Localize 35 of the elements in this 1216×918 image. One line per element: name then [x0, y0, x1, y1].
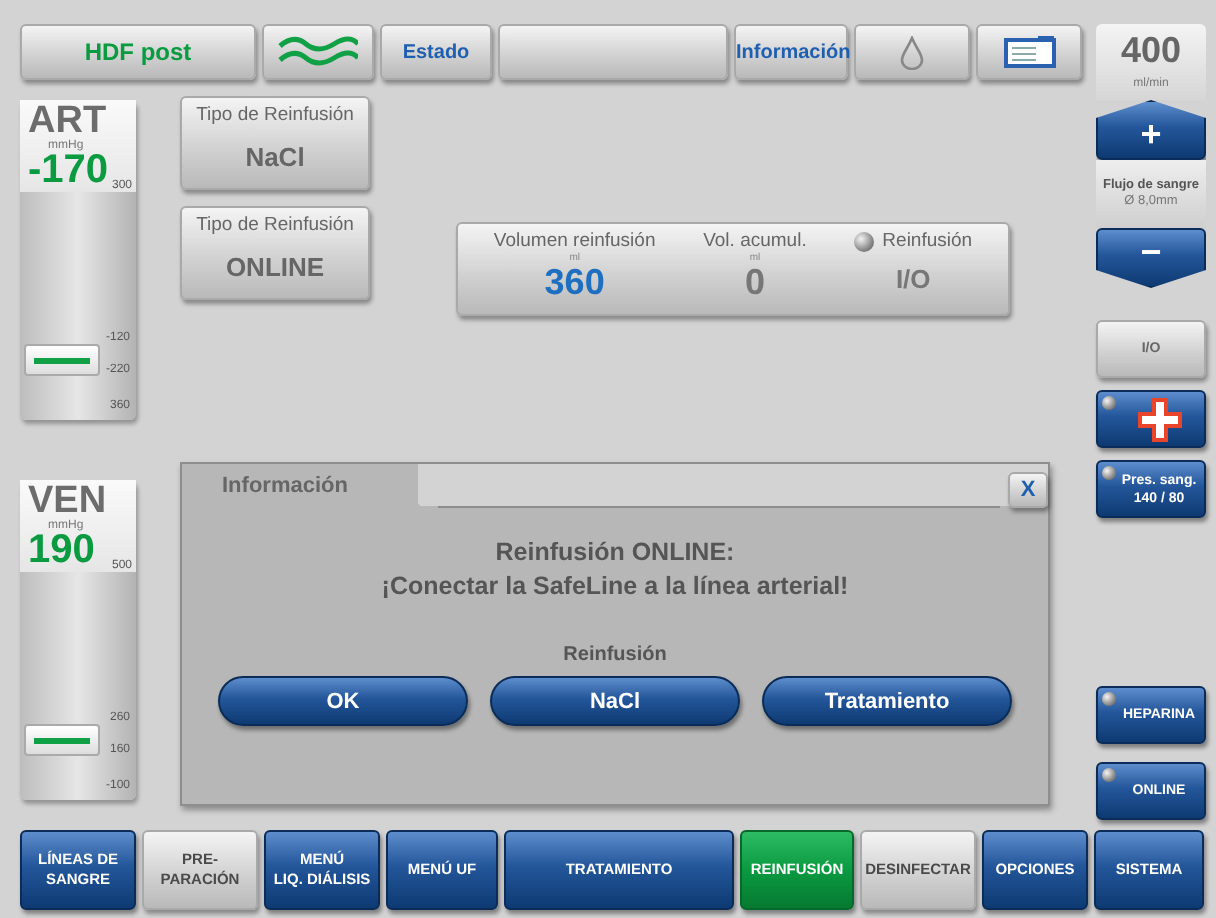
decrease-button[interactable]: −: [1096, 228, 1206, 288]
fluid-button[interactable]: [854, 24, 970, 80]
flow-button[interactable]: [262, 24, 374, 80]
dialog-message: Reinfusión ONLINE: ¡Conectar la SafeLine a la línea arterial!: [381, 536, 849, 604]
limit-window-handle[interactable]: [24, 344, 100, 376]
dialog-title: Información: [182, 464, 422, 508]
dialog-button[interactable]: Tratamiento: [762, 676, 1012, 726]
field-label: Volumen reinfusión: [493, 230, 656, 252]
pressure-value: -170: [28, 152, 109, 188]
dialog-button[interactable]: OK: [218, 676, 468, 726]
field-label: Vol. acumul.: [703, 230, 807, 252]
field-value: 0: [744, 264, 765, 300]
pressure-value: 190: [28, 532, 95, 568]
wave-icon: [278, 34, 358, 70]
overview-button[interactable]: [976, 24, 1082, 80]
window-icon: [1003, 36, 1055, 68]
field-value: I/O: [895, 262, 931, 298]
indicator-light: [854, 231, 875, 251]
cross-icon: [1137, 397, 1181, 441]
first-aid-button[interactable]: [1096, 390, 1206, 448]
close-button[interactable]: X: [1008, 472, 1048, 508]
gauge-name: VEN: [28, 484, 107, 520]
reinfusion-type-button[interactable]: Tipo de Reinfusión NaCl: [180, 96, 370, 190]
field-value: 360: [544, 264, 605, 300]
drop-icon: [900, 35, 924, 69]
pump-rate: 400: [1120, 30, 1182, 72]
increase-button[interactable]: +: [1096, 100, 1206, 160]
field-label: Reinfusión: [882, 230, 973, 252]
limit-window-handle[interactable]: [24, 724, 100, 756]
status-tab[interactable]: Estado: [380, 24, 492, 80]
dialog-button[interactable]: NaCl: [490, 676, 740, 726]
gauge-name: ART: [28, 104, 107, 140]
reinfusion-type-button[interactable]: Tipo de Reinfusión ONLINE: [180, 206, 370, 300]
info-tab[interactable]: Información: [734, 24, 848, 80]
prompt-label: Reinfusión: [563, 644, 667, 666]
